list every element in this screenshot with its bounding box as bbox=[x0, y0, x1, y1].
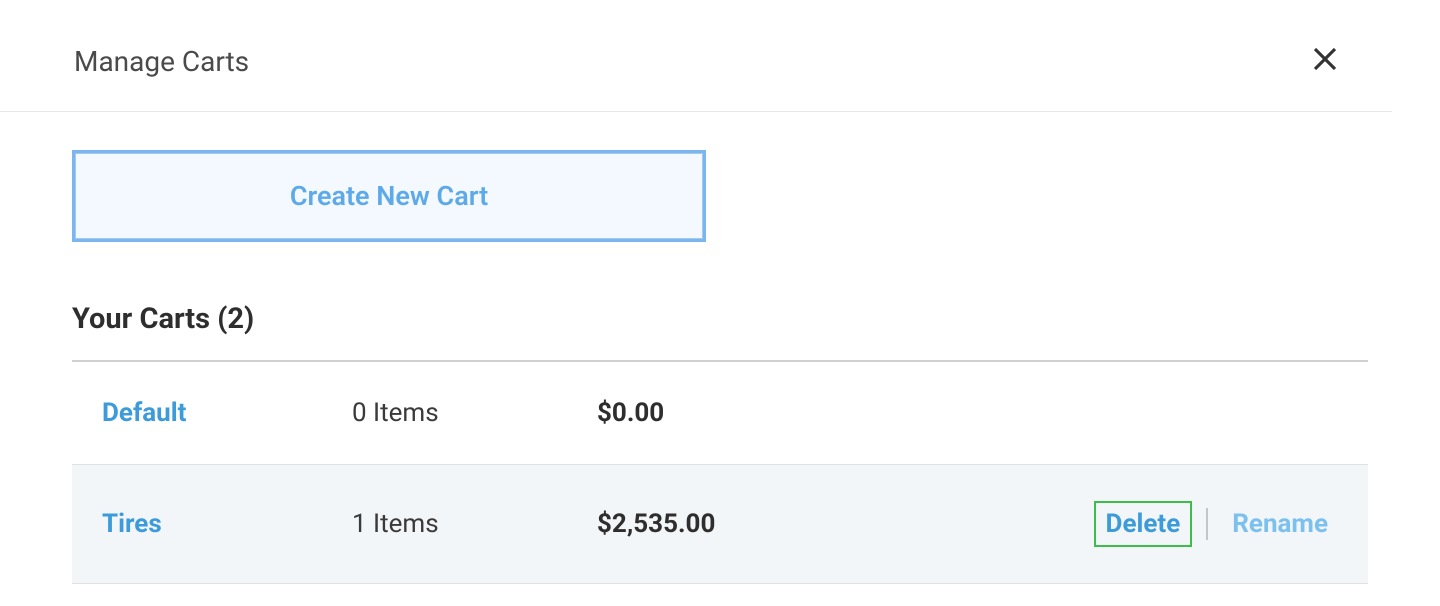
cart-items-count: 0 Items bbox=[352, 398, 597, 428]
separator bbox=[1206, 508, 1208, 540]
rename-button[interactable]: Rename bbox=[1222, 503, 1338, 545]
cart-items-count: 1 Items bbox=[352, 509, 597, 539]
your-carts-heading: Your Carts (2) bbox=[72, 302, 1368, 362]
cart-name-link[interactable]: Default bbox=[102, 398, 352, 428]
carts-table: Default 0 Items $0.00 Tires 1 Items $2,5… bbox=[72, 362, 1368, 584]
delete-button[interactable]: Delete bbox=[1094, 501, 1193, 547]
dialog-body: Create New Cart Your Carts (2) Default 0… bbox=[0, 112, 1440, 584]
cart-actions: Delete Rename bbox=[1094, 501, 1338, 547]
cart-row[interactable]: Default 0 Items $0.00 bbox=[72, 362, 1368, 465]
create-new-cart-label: Create New Cart bbox=[75, 153, 703, 239]
dialog-header: Manage Carts bbox=[0, 0, 1392, 112]
cart-name-link[interactable]: Tires bbox=[102, 509, 352, 539]
manage-carts-dialog: Manage Carts Create New Cart Your Carts … bbox=[0, 0, 1440, 584]
dialog-title: Manage Carts bbox=[74, 45, 249, 78]
cart-price: $0.00 bbox=[597, 398, 1338, 428]
close-icon bbox=[1310, 44, 1340, 74]
close-button[interactable] bbox=[1310, 44, 1340, 79]
cart-row[interactable]: Tires 1 Items $2,535.00 Delete Rename bbox=[72, 465, 1368, 584]
create-new-cart-button[interactable]: Create New Cart bbox=[72, 150, 706, 242]
cart-price: $2,535.00 bbox=[597, 509, 1094, 539]
